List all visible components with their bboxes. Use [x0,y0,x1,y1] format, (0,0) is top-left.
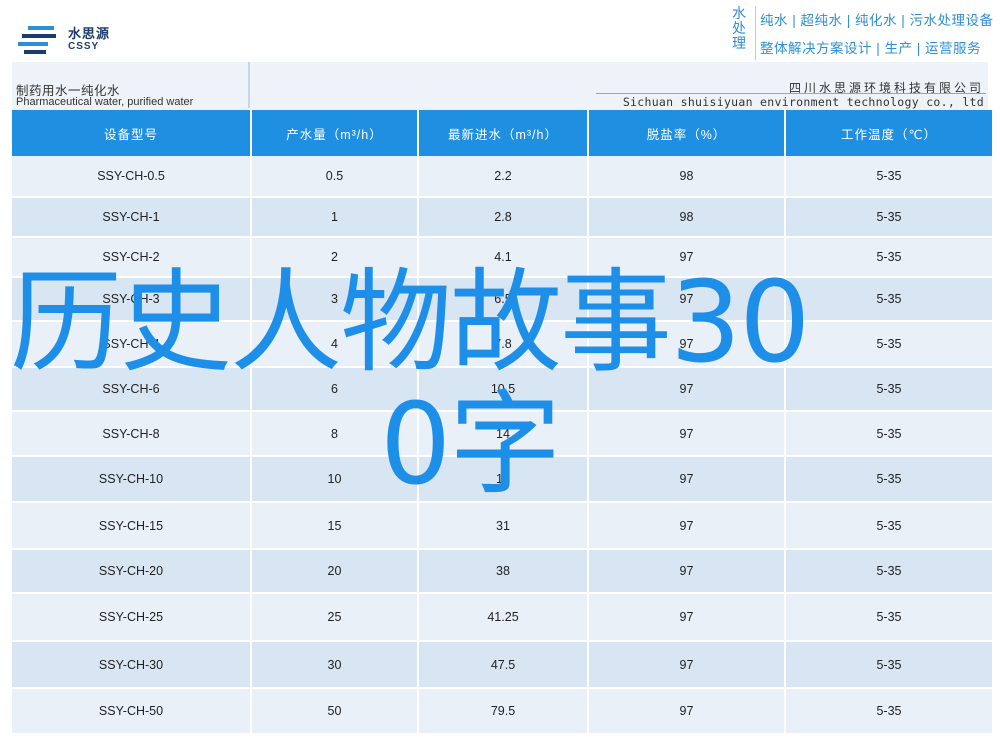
table-cell: 5-35 [786,550,992,594]
table-row: SSY-CH-1 1 2.8 98 5-35 [12,198,992,238]
table-cell: 79.5 [419,689,587,735]
table-cell: 20 [252,550,417,594]
table-cell: 5-35 [786,503,992,550]
table-cell: 97 [589,503,784,550]
logo-text-en: CSSY [68,41,100,52]
table-cell: 50 [252,689,417,735]
table-cell: SSY-CH-50 [12,689,250,735]
table-row: SSY-CH-20 20 38 97 5-35 [12,550,992,594]
table-cell: 5-35 [786,642,992,689]
vertical-char: 水 [732,5,746,21]
company-logo: 水思源 CSSY [18,18,128,60]
table-cell: SSY-CH-0.5 [12,156,250,198]
table-cell: 2.2 [419,156,587,198]
table-cell: 98 [589,198,784,238]
table-cell: SSY-CH-25 [12,594,250,642]
table-cell: 5-35 [786,156,992,198]
overlay-line-2: 0字 [380,380,561,510]
table-cell: 2.8 [419,198,587,238]
vertical-char: 处 [732,20,746,36]
table-cell: 97 [589,642,784,689]
table-row: SSY-CH-30 30 47.5 97 5-35 [12,642,992,689]
table-cell: 1 [252,198,417,238]
product-title-en: Pharmaceutical water, purified water [16,96,194,108]
table-cell: 97 [589,550,784,594]
table-cell: 25 [252,594,417,642]
table-row: SSY-CH-0.5 0.5 2.2 98 5-35 [12,156,992,198]
table-cell: 5-35 [786,594,992,642]
table-cell: 97 [589,689,784,735]
column-header: 工作温度（℃） [786,110,992,156]
table-cell: 41.25 [419,594,587,642]
column-header: 最新进水（m³/h） [419,110,587,156]
company-divider [596,93,986,94]
logo-mark-icon [18,26,56,54]
brand-vertical-label: 水 处 理 [729,6,756,60]
table-cell: 38 [419,550,587,594]
table-cell: SSY-CH-15 [12,503,250,550]
table-cell: 5-35 [786,689,992,735]
overlay-line-1: 历史人物故事30 [10,258,811,388]
brand-services-line: 整体解决方案设计 | 生产 | 运营服务 [760,41,982,56]
vertical-char: 理 [732,35,746,51]
table-cell: 97 [589,594,784,642]
column-header: 产水量（m³/h） [252,110,417,156]
table-row: SSY-CH-50 50 79.5 97 5-35 [12,689,992,735]
table-cell: 98 [589,156,784,198]
table-cell: SSY-CH-20 [12,550,250,594]
column-header: 设备型号 [12,110,250,156]
table-cell: SSY-CH-1 [12,198,250,238]
company-name-en: Sichuan shuisiyuan environment technolog… [622,95,984,109]
table-cell: 15 [252,503,417,550]
table-row: SSY-CH-15 15 31 97 5-35 [12,503,992,550]
table-cell: 47.5 [419,642,587,689]
table-cell: 0.5 [252,156,417,198]
table-cell: 31 [419,503,587,550]
table-cell: SSY-CH-30 [12,642,250,689]
column-header: 脱盐率（%） [589,110,784,156]
table-cell: 30 [252,642,417,689]
overlay-headline: 历史人物故事30 0字 [10,262,890,506]
table-header-row: 设备型号 产水量（m³/h） 最新进水（m³/h） 脱盐率（%） 工作温度（℃） [12,110,992,156]
brand-products-line: 纯水 | 超纯水 | 纯化水 | 污水处理设备 [760,13,994,28]
logo-text-cn: 水思源 [68,26,111,41]
table-row: SSY-CH-25 25 41.25 97 5-35 [12,594,992,642]
table-cell: 5-35 [786,198,992,238]
